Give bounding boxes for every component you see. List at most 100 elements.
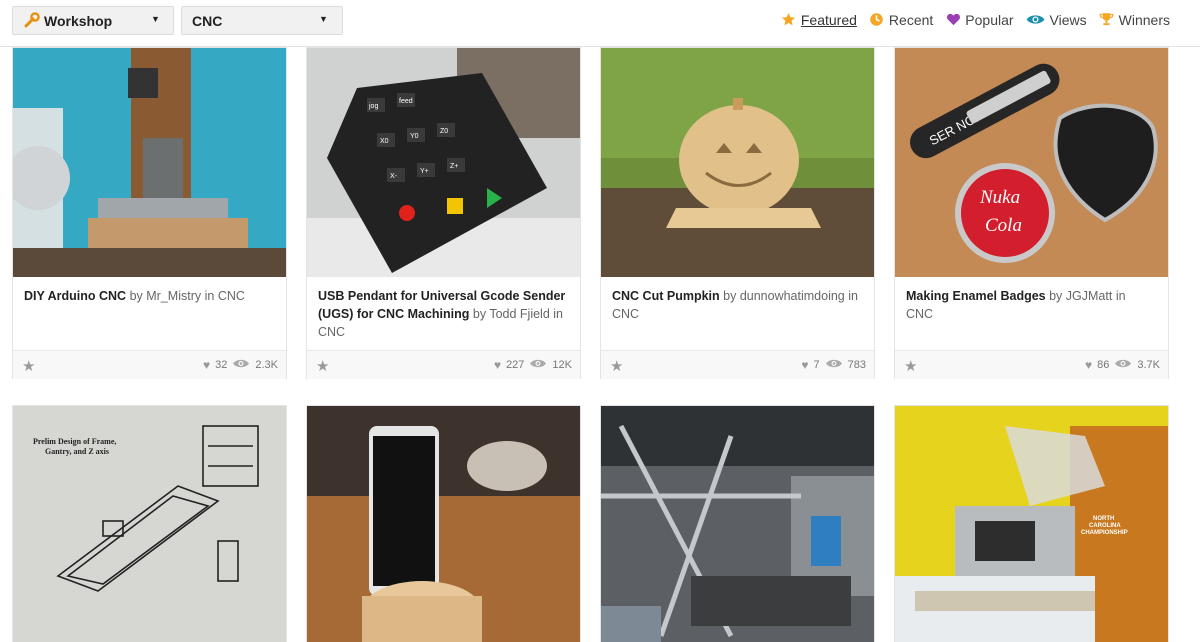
project-thumbnail[interactable]: jog feed X0 Y0 Z0 X- Y+ Z+ [307,48,580,277]
project-card[interactable]: NORTH CAROLINA CHAMPIONSHIP [894,405,1169,642]
sketch-title: Prelim Design of Frame, [33,437,116,446]
heart-icon [945,12,961,28]
project-thumbnail[interactable]: NORTH CAROLINA CHAMPIONSHIP [895,406,1168,642]
project-info: Making Enamel Badges by JGJMatt in CNC [906,287,1156,323]
eye-icon [825,358,843,372]
wrench-icon [24,12,40,31]
eye-icon [1114,358,1132,372]
favorites-count: 227 [506,359,525,371]
project-title[interactable]: Making Enamel Badges [906,289,1046,303]
project-author[interactable]: dunnowhatimdoing [740,289,845,303]
filter-views[interactable]: Views [1026,12,1087,28]
by-text: by [129,289,143,303]
by-text: by [472,307,487,321]
keypad-key: X0 [380,138,389,145]
project-card[interactable]: Prelim Design of Frame, Gantry, and Z ax… [12,405,287,642]
views-count: 3.7K [1137,359,1160,371]
sketch-title: Gantry, and Z axis [45,447,109,456]
filter-featured[interactable]: Featured [781,12,857,28]
filter-featured-label: Featured [800,12,857,28]
project-author[interactable]: JGJMatt [1066,289,1113,303]
badge-round-text: Cola [985,215,1022,236]
project-thumbnail[interactable] [601,48,874,277]
filter-recent[interactable]: Recent [869,12,933,28]
project-thumbnail[interactable] [601,406,874,642]
keypad-key: Z0 [440,128,448,135]
project-channel[interactable]: CNC [218,289,245,303]
filter-recent-label: Recent [888,12,934,28]
project-thumbnail[interactable] [307,406,580,642]
views-count: 783 [847,359,866,371]
project-thumbnail[interactable]: SER NO. Nuka Cola [895,48,1168,277]
card-footer: ★ ♥ 86 3.7K [895,350,1168,379]
card-footer: ★ ♥ 227 12K [307,350,580,379]
keypad-key: Y0 [410,133,419,140]
project-title[interactable]: CNC Cut Pumpkin [612,289,720,303]
project-channel[interactable]: CNC [612,307,639,321]
project-thumbnail[interactable] [13,48,286,277]
filter-winners[interactable]: Winners [1099,12,1170,28]
keypad-key: jog [368,103,378,110]
project-info: CNC Cut Pumpkin by dunnowhatimdoing in C… [612,287,862,323]
banner-text: NORTH [1093,516,1114,522]
banner-text: CAROLINA [1089,523,1121,529]
card-footer: ★ ♥ 32 2.3K [13,350,286,379]
keypad-key: Y+ [420,168,429,175]
heart-icon: ♥ [493,358,502,372]
top-bar: Workshop ▼ CNC ▼ Featured Recent Popular… [0,0,1200,47]
trophy-icon [1099,12,1115,28]
favorites-count: 86 [1097,359,1110,371]
eye-icon [1026,12,1046,28]
filter-popular[interactable]: Popular [945,12,1014,28]
project-card[interactable]: CNC Cut Pumpkin by dunnowhatimdoing in C… [600,47,875,379]
by-text: by [1049,289,1063,303]
favorite-star-icon[interactable]: ★ [22,357,35,375]
in-text: in [553,307,563,321]
project-card[interactable] [306,405,581,642]
category-label: Workshop [44,13,113,29]
project-author[interactable]: Todd Fjield [489,307,549,321]
star-icon [781,12,797,28]
views-count: 12K [552,359,572,371]
card-stats: ♥ 86 3.7K [1085,358,1160,372]
category-dropdown[interactable]: Workshop ▼ [12,6,174,35]
in-text: in [1115,289,1126,303]
views-count: 2.3K [255,359,278,371]
project-card[interactable]: DIY Arduino CNC by Mr_Mistry in CNC ★ ♥ … [12,47,287,379]
keypad-key: X- [390,173,398,180]
project-info: DIY Arduino CNC by Mr_Mistry in CNC [24,287,274,305]
project-info: USB Pendant for Universal Gcode Sender (… [318,287,568,341]
filter-winners-label: Winners [1118,12,1170,28]
project-channel[interactable]: CNC [906,307,933,321]
keypad-key: feed [399,98,413,105]
in-text: in [848,289,858,303]
eye-icon [529,358,547,372]
chevron-down-icon: ▼ [319,14,328,24]
project-thumbnail[interactable]: Prelim Design of Frame, Gantry, and Z ax… [13,406,286,642]
favorite-star-icon[interactable]: ★ [316,357,329,375]
in-text: in [204,289,215,303]
favorites-count: 7 [813,359,820,371]
badge-round-text: Nuka [979,187,1020,208]
project-card[interactable]: jog feed X0 Y0 Z0 X- Y+ Z+ USB Pendant f… [306,47,581,379]
eye-icon [232,358,250,372]
project-author[interactable]: Mr_Mistry [146,289,201,303]
heart-icon: ♥ [801,358,809,372]
chevron-down-icon: ▼ [151,14,160,24]
favorite-star-icon[interactable]: ★ [904,357,917,375]
by-text: by [723,289,737,303]
heart-icon: ♥ [202,358,211,372]
project-channel[interactable]: CNC [318,325,345,339]
clock-icon [869,12,885,28]
project-title[interactable]: DIY Arduino CNC [24,289,126,303]
favorite-star-icon[interactable]: ★ [610,357,623,375]
filter-popular-label: Popular [965,12,1014,28]
project-card[interactable] [600,405,875,642]
channel-dropdown[interactable]: CNC ▼ [181,6,343,35]
card-stats: ♥ 32 2.3K [203,358,278,372]
project-card[interactable]: SER NO. Nuka Cola Making Enamel Badges b… [894,47,1169,379]
banner-text: CHAMPIONSHIP [1081,530,1128,536]
keypad-key: Z+ [450,163,458,170]
filter-views-label: Views [1049,12,1087,28]
sort-filters: Featured Recent Popular Views Winners [781,12,1170,28]
